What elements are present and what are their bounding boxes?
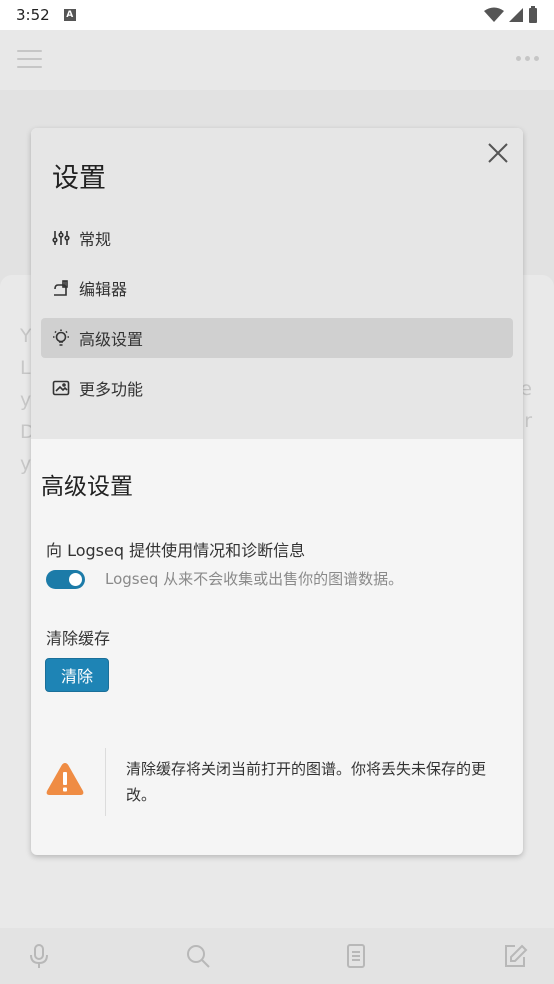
warning-divider (105, 748, 106, 816)
toggle-knob (69, 573, 82, 586)
editor-icon (54, 280, 68, 296)
microphone-icon[interactable] (26, 943, 52, 969)
menu-icon[interactable] (17, 50, 42, 68)
section-title: 高级设置 (41, 474, 133, 500)
wifi-icon (484, 7, 504, 22)
nav-item-editor[interactable]: 编辑器 (41, 268, 513, 308)
clear-cache-label: 清除缓存 (46, 629, 111, 648)
status-time: 3:52 (16, 6, 50, 24)
nav-item-general[interactable]: 常规 (41, 218, 513, 258)
warning-text: 清除缓存将关闭当前打开的图谱。你将丢失未保存的更改。 (126, 760, 487, 804)
nav-item-features[interactable]: 更多功能 (41, 368, 513, 408)
app-header (0, 30, 554, 90)
more-options-icon[interactable] (516, 56, 539, 61)
search-icon[interactable] (185, 943, 211, 969)
telemetry-description: Logseq 从来不会收集或出售你的图谱数据。 (105, 570, 404, 588)
status-icons (484, 6, 538, 24)
status-bar: 3:52 A (0, 0, 554, 30)
nav-label-editor: 编辑器 (79, 280, 128, 299)
modal-title: 设置 (52, 163, 106, 194)
sliders-icon (52, 231, 70, 245)
lightbulb-icon (53, 329, 69, 346)
settings-nav-panel: 设置 常规 编辑器 高级设置 更多功能 (31, 128, 523, 439)
telemetry-label: 向 Logseq 提供使用情况和诊断信息 (46, 541, 306, 560)
bottom-toolbar (0, 928, 554, 984)
telemetry-toggle[interactable] (46, 570, 85, 589)
settings-modal: 设置 常规 编辑器 高级设置 更多功能 高级设置 向 Logseq 提供使用情况… (31, 128, 523, 855)
nav-label-advanced: 高级设置 (79, 330, 144, 349)
notification-a-icon: A (63, 9, 76, 21)
warning-icon (46, 763, 84, 795)
image-icon (52, 380, 70, 396)
nav-item-advanced[interactable]: 高级设置 (41, 318, 513, 358)
close-icon[interactable] (487, 142, 509, 164)
signal-icon (509, 8, 523, 22)
nav-label-features: 更多功能 (79, 380, 144, 399)
page-icon[interactable] (343, 943, 369, 969)
warning-box: 清除缓存将关闭当前打开的图谱。你将丢失未保存的更改。 (31, 748, 523, 816)
clear-cache-button[interactable]: 清除 (45, 658, 109, 692)
nav-label-general: 常规 (79, 230, 112, 249)
edit-icon[interactable] (502, 943, 528, 969)
battery-icon (529, 6, 537, 23)
